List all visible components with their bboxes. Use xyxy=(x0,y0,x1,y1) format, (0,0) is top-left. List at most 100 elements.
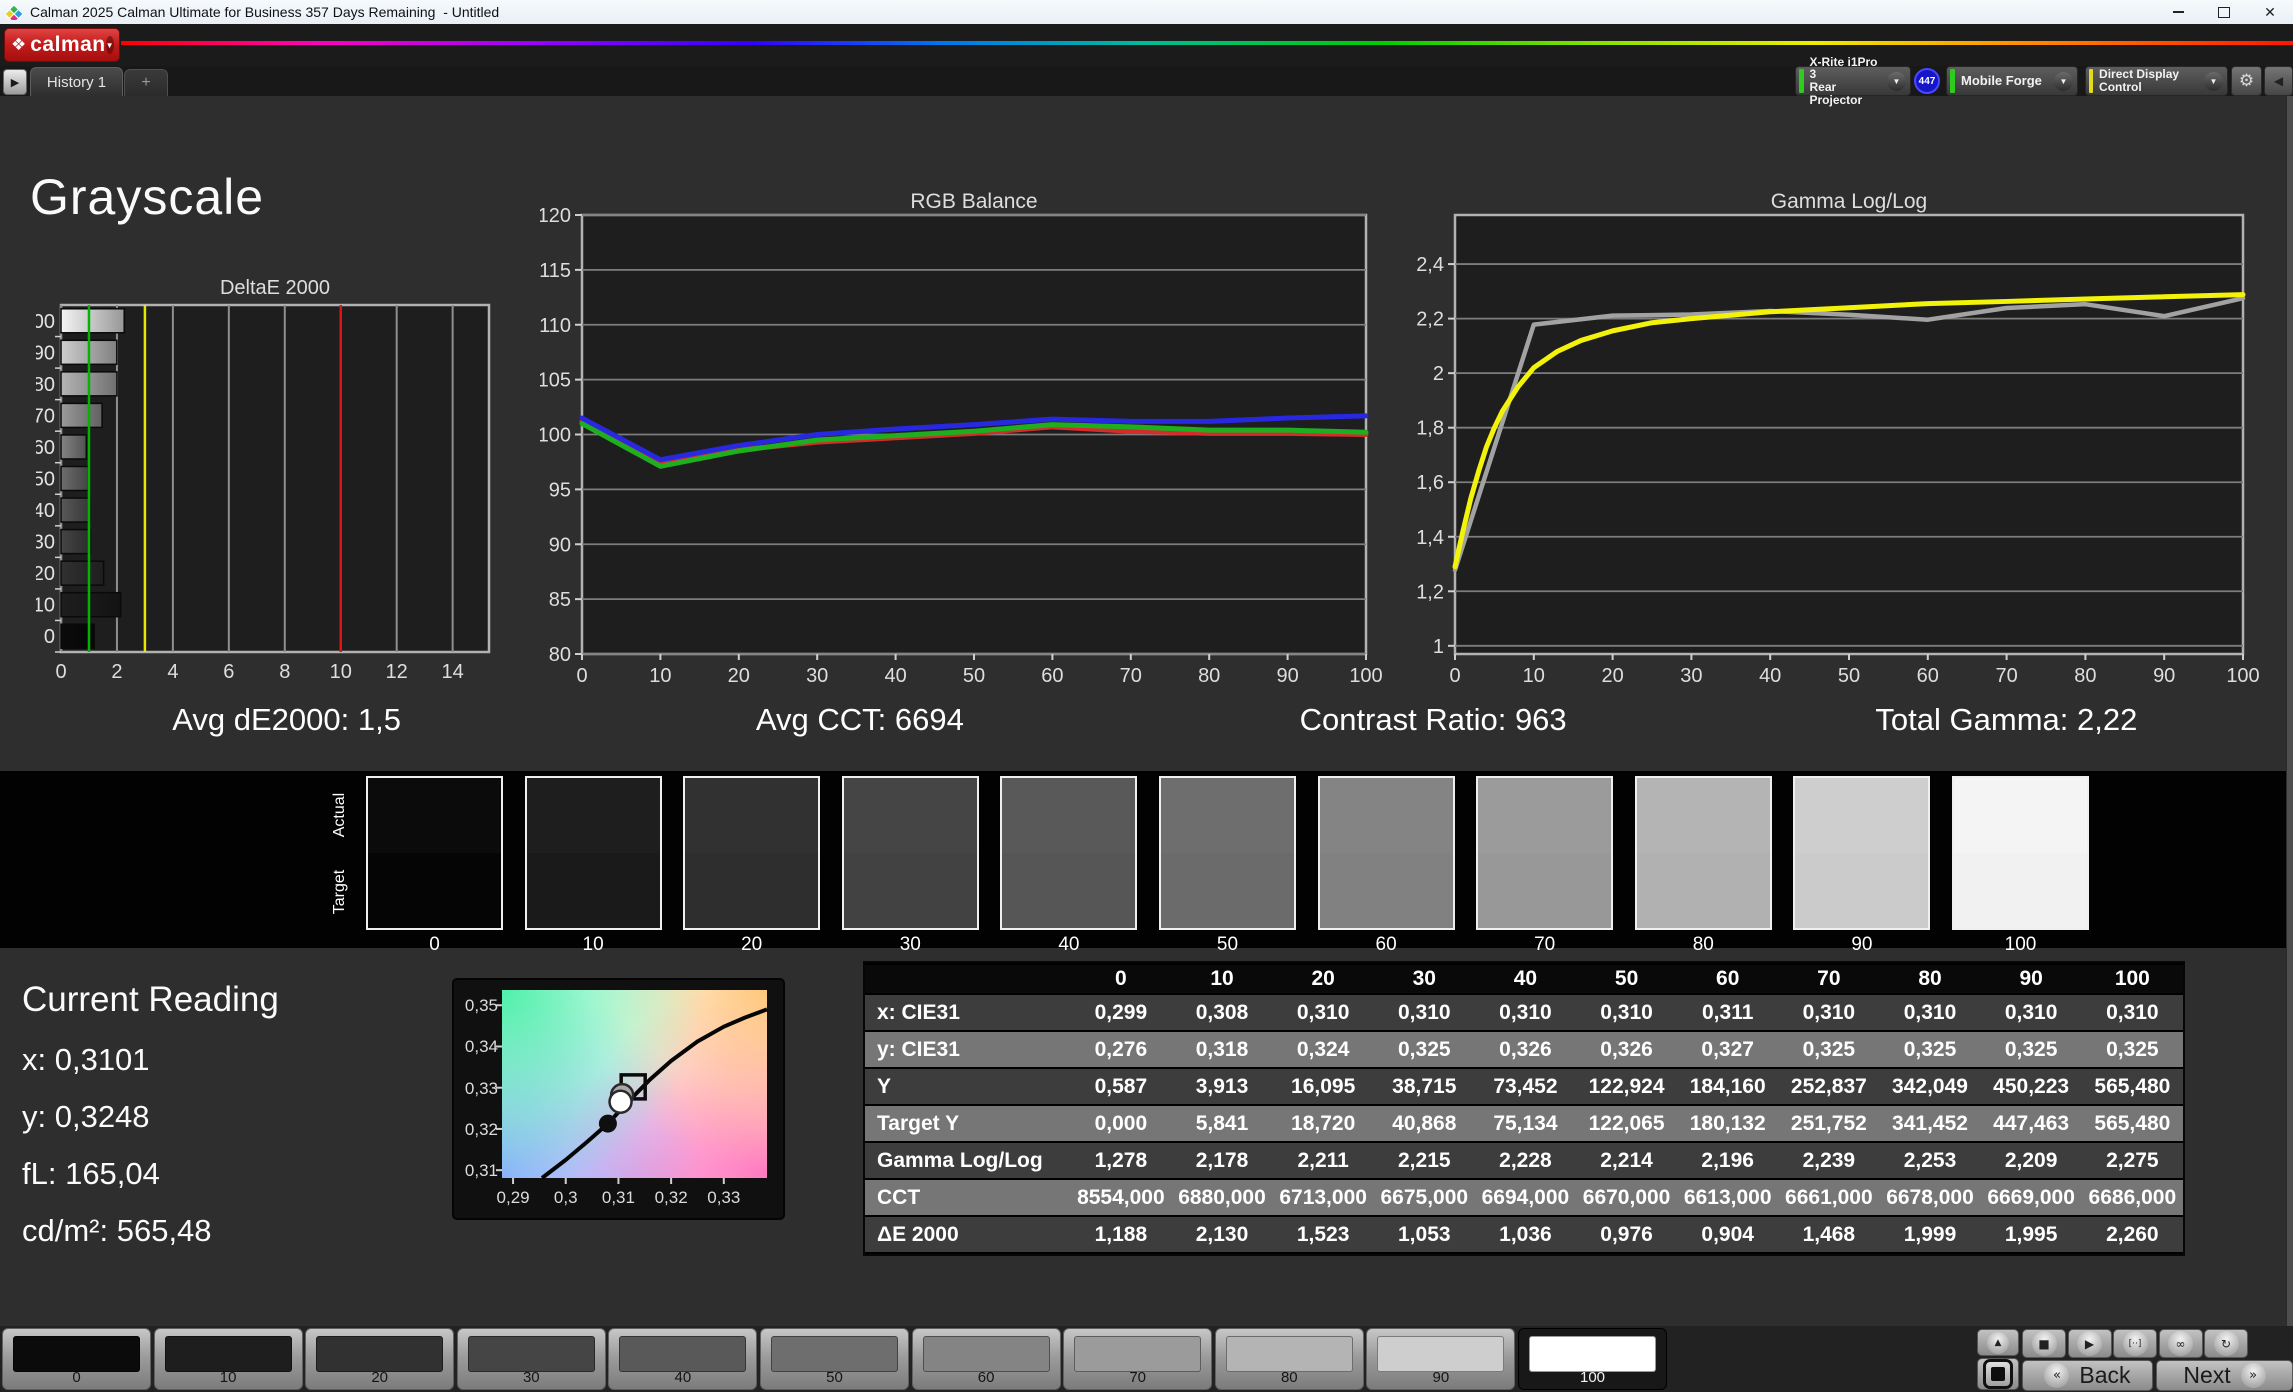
cie-y-tick: 0,32 xyxy=(464,1119,498,1139)
range-button[interactable]: [··] xyxy=(2113,1329,2157,1358)
stop-button[interactable]: ■ xyxy=(2022,1329,2066,1358)
table-cell: 252,837 xyxy=(1778,1069,1880,1104)
chevron-down-icon[interactable]: ▼ xyxy=(2204,72,2223,91)
infinity-button[interactable]: ∞ xyxy=(2158,1329,2203,1358)
pattern-button-80[interactable]: 80 xyxy=(1214,1328,1364,1390)
table-cell: 18,720 xyxy=(1272,1106,1374,1141)
next-button[interactable]: Next » xyxy=(2156,1360,2293,1391)
plus-icon: + xyxy=(141,74,151,91)
refresh-button[interactable]: ↻ xyxy=(2204,1329,2248,1358)
pattern-label: 50 xyxy=(826,1369,843,1386)
svg-text:100: 100 xyxy=(2226,665,2259,687)
window-title: Calman 2025 Calman Ultimate for Business… xyxy=(30,4,500,20)
table-cell: 251,752 xyxy=(1778,1106,1880,1141)
collapse-arrow-icon: ◀ xyxy=(2273,74,2284,88)
table-cell: 6675,000 xyxy=(1373,1180,1475,1215)
maximize-button[interactable] xyxy=(2201,0,2247,24)
svg-text:10: 10 xyxy=(330,661,352,683)
calman-menu-button[interactable]: ❖ calman ▼ xyxy=(4,28,120,62)
gamma-chart: Gamma Log/Log 2,4 2,2 2 1,8 1,6 1,4 1,2 10 10 20 30… xyxy=(1416,192,2260,687)
pattern-bar: 0 10 20 30 40 50 60 70 80 90 100 ▲ ■ ▶ [··] ∞ ↻ « Back… xyxy=(0,1326,2293,1392)
source-dropdown[interactable]: Mobile Forge ▼ xyxy=(1946,66,2078,96)
table-row: ΔE 2000 1,188 2,130 1,523 1,053 1,036 0,976 0,9… xyxy=(865,1217,2183,1252)
pattern-swatch xyxy=(164,1336,292,1372)
svg-text:60: 60 xyxy=(1041,665,1063,687)
pattern-label: 70 xyxy=(1129,1369,1147,1386)
table-header-row: 0 10 20 30 40 50 60 70 80 90 100 xyxy=(865,965,2183,993)
table-cell: 16,095 xyxy=(1272,1069,1374,1104)
layout-flyout-button[interactable]: ▶ xyxy=(3,69,27,95)
rainbow-divider xyxy=(121,41,2293,45)
svg-text:80: 80 xyxy=(2074,665,2096,687)
swatch-level-label: 0 xyxy=(429,934,440,955)
pattern-label: 20 xyxy=(371,1369,389,1386)
pattern-button-70[interactable]: 70 xyxy=(1063,1328,1213,1390)
reading-x: x: 0,3101 xyxy=(22,1042,150,1077)
svg-text:120: 120 xyxy=(540,205,571,227)
pattern-panel-up-button[interactable]: ▲ xyxy=(1977,1329,2019,1356)
minimize-button[interactable] xyxy=(2155,0,2201,24)
svg-text:90: 90 xyxy=(549,534,571,556)
table-cell: 0,310 xyxy=(1980,995,2082,1030)
svg-text:85: 85 xyxy=(549,589,571,611)
cie-y-tick: 0,31 xyxy=(464,1161,498,1181)
display-name: Direct Display Control xyxy=(2099,67,2180,94)
pattern-swatch xyxy=(619,1336,747,1372)
settings-button[interactable]: ⚙ xyxy=(2231,66,2262,96)
table-cell: 0,310 xyxy=(1879,995,1981,1030)
svg-text:90: 90 xyxy=(1276,665,1298,687)
meter-dropdown[interactable]: X-Rite i1Pro 3 Rear Projector ▼ xyxy=(1795,55,1911,106)
grayscale-swatch-0 xyxy=(366,776,503,930)
table-cell: 2,211 xyxy=(1272,1143,1374,1178)
pattern-button-60[interactable]: 60 xyxy=(911,1328,1061,1390)
close-button[interactable]: ✕ xyxy=(2247,0,2293,24)
grayscale-swatch-100 xyxy=(1952,776,2089,930)
svg-text:50: 50 xyxy=(1838,665,1860,687)
svg-text:40: 40 xyxy=(884,665,906,687)
collapse-panel-button[interactable]: ◀ xyxy=(2264,66,2293,96)
chevron-down-icon[interactable]: ▼ xyxy=(1887,72,1906,91)
table-cell: 0,326 xyxy=(1474,1032,1576,1067)
pattern-window-button[interactable] xyxy=(1977,1358,2019,1390)
scrollbar[interactable] xyxy=(2286,96,2293,1326)
pattern-swatch xyxy=(1074,1336,1202,1372)
pattern-button-30[interactable]: 30 xyxy=(456,1328,606,1390)
table-cell: 2,196 xyxy=(1677,1143,1779,1178)
display-control-dropdown[interactable]: Direct Display Control ▼ xyxy=(2085,66,2228,96)
summary-row: Avg dE2000: 1,5 Avg CCT: 6694 Contrast R… xyxy=(0,702,2293,748)
grayscale-swatch-70 xyxy=(1476,776,1614,930)
table-cell: 0,324 xyxy=(1272,1032,1374,1067)
table-col-80: 80 xyxy=(1879,965,1981,993)
pattern-button-20[interactable]: 20 xyxy=(305,1328,455,1390)
svg-text:DeltaE 2000: DeltaE 2000 xyxy=(220,277,330,299)
pattern-button-10[interactable]: 10 xyxy=(153,1328,303,1390)
table-cell: 2,130 xyxy=(1171,1217,1273,1252)
row-label: Y xyxy=(865,1069,1071,1104)
add-tab-button[interactable]: + xyxy=(124,69,168,96)
table-cell: 2,178 xyxy=(1171,1143,1273,1178)
back-button[interactable]: « Back xyxy=(2022,1360,2153,1391)
pattern-button-0[interactable]: 0 xyxy=(2,1328,151,1390)
table-cell: 447,463 xyxy=(1980,1106,2082,1141)
pattern-label: 90 xyxy=(1432,1369,1450,1386)
chevron-down-icon[interactable]: ▼ xyxy=(2054,72,2073,91)
swatch-level-label: 90 xyxy=(1851,934,1873,955)
pattern-button-50[interactable]: 50 xyxy=(760,1328,909,1390)
table-cell: 0,310 xyxy=(1272,995,1374,1030)
table-cell: 6613,000 xyxy=(1677,1180,1779,1215)
grayscale-swatch-40 xyxy=(1000,776,1138,930)
table-cell: 75,134 xyxy=(1474,1106,1576,1141)
main-toolbar xyxy=(0,24,2293,66)
pattern-button-90[interactable]: 90 xyxy=(1366,1328,1516,1390)
play-button[interactable]: ▶ xyxy=(2067,1329,2112,1358)
table-cell: 2,215 xyxy=(1373,1143,1475,1178)
grayscale-swatch-strip: Actual Target 0 10 20 30 40 50 60 70 80 90 100 xyxy=(0,771,2293,955)
pattern-button-40[interactable]: 40 xyxy=(608,1328,758,1390)
table-cell: 184,160 xyxy=(1677,1069,1779,1104)
svg-text:80: 80 xyxy=(36,374,55,396)
tab-history-1[interactable]: History 1 xyxy=(30,67,123,96)
svg-text:110: 110 xyxy=(540,315,571,337)
table-cell: 0,311 xyxy=(1677,995,1779,1030)
pattern-button-100[interactable]: 100 xyxy=(1518,1328,1667,1390)
pattern-label: 40 xyxy=(674,1369,692,1386)
